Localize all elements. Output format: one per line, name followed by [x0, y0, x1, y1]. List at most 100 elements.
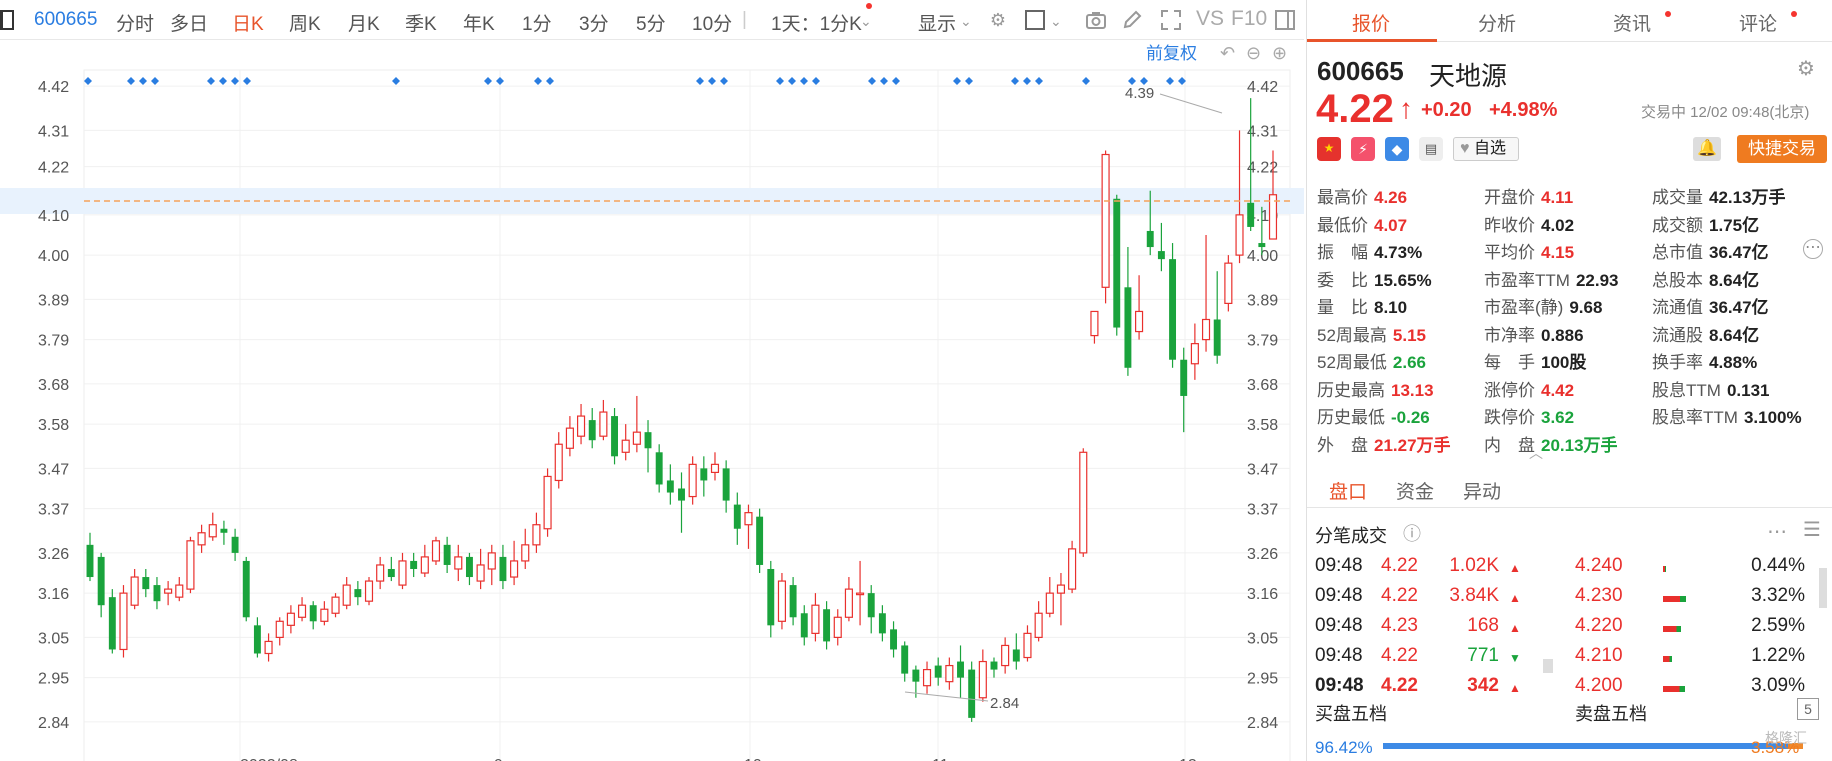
candle[interactable]	[364, 577, 374, 606]
event-diamond-icon[interactable]	[484, 77, 492, 85]
candle[interactable]	[1045, 577, 1054, 618]
candle[interactable]	[1180, 347, 1188, 433]
event-diamond-icon[interactable]	[868, 77, 876, 85]
candle[interactable]	[756, 508, 764, 574]
candle[interactable]	[968, 661, 976, 722]
candle[interactable]	[1224, 255, 1233, 312]
china-flag-icon[interactable]: ★	[1317, 137, 1341, 161]
settings-gear-icon[interactable]: ⚙	[1797, 56, 1815, 81]
event-diamond-icon[interactable]	[219, 77, 227, 85]
candle[interactable]	[978, 649, 987, 702]
candle[interactable]	[186, 536, 195, 594]
event-diamond-icon[interactable]	[1140, 77, 1148, 85]
candle[interactable]	[890, 621, 898, 658]
tab-3min[interactable]: 3分	[579, 9, 609, 36]
more-circle-icon[interactable]: ⋯	[1803, 239, 1823, 259]
candle[interactable]	[130, 568, 139, 610]
candle[interactable]	[1068, 540, 1077, 594]
candle[interactable]	[934, 657, 942, 686]
tab-weekly-k[interactable]: 周K	[289, 9, 321, 36]
candle[interactable]	[331, 593, 340, 618]
tab-daily-k[interactable]: 日K	[232, 9, 264, 36]
candle[interactable]	[286, 605, 295, 634]
kline-chart[interactable]: 4.42 4.424.31 4.314.22 4.224.10 4.104.00 4.00…	[0, 40, 1304, 761]
event-diamond-icon[interactable]	[1128, 77, 1136, 85]
candle[interactable]	[521, 528, 530, 569]
f10-button[interactable]: F10	[1231, 7, 1267, 31]
list-icon[interactable]: ☰	[1803, 517, 1821, 542]
tab-1min[interactable]: 1分	[522, 9, 552, 36]
candle[interactable]	[588, 408, 596, 449]
trades-scrollbar[interactable]	[1543, 659, 1553, 673]
candle[interactable]	[800, 605, 808, 646]
add-watchlist-button[interactable]: ♥ 自选	[1453, 137, 1519, 161]
candle[interactable]	[197, 524, 206, 553]
candle[interactable]	[644, 420, 652, 473]
candle[interactable]	[700, 456, 708, 497]
candle[interactable]	[811, 593, 820, 642]
event-diamond-icon[interactable]	[534, 77, 542, 85]
candle[interactable]	[565, 416, 574, 457]
tab-yearly-k[interactable]: 年K	[463, 9, 495, 36]
event-markers[interactable]	[84, 77, 1186, 85]
candle[interactable]	[922, 661, 932, 694]
candle[interactable]	[554, 432, 563, 489]
stock-code-label[interactable]: 600665	[34, 9, 97, 31]
candle[interactable]	[856, 560, 865, 626]
event-diamond-icon[interactable]	[776, 77, 784, 85]
candle[interactable]	[1034, 601, 1043, 642]
candle[interactable]	[576, 404, 586, 445]
candle[interactable]	[476, 548, 485, 590]
info-icon[interactable]: ⓘ	[1403, 520, 1421, 546]
vs-compare-button[interactable]: VS	[1196, 7, 1224, 31]
trade-row[interactable]: 09:48 4.22 3.84K ▲ 4.230 3.32%	[1307, 583, 1832, 613]
event-diamond-icon[interactable]	[207, 77, 215, 85]
candle[interactable]	[220, 520, 228, 545]
event-diamond-icon[interactable]	[231, 77, 239, 85]
candle[interactable]	[275, 617, 284, 646]
fuquan-select[interactable]: 前复权	[1146, 44, 1197, 63]
candle[interactable]	[945, 657, 954, 690]
panel-toggle-icon[interactable]	[1274, 9, 1296, 31]
tab-news[interactable]: 资讯	[1613, 9, 1651, 36]
candle[interactable]	[957, 645, 964, 698]
trade-row[interactable]: 09:48 4.22 1.02K ▲ 4.240 0.44%	[1307, 553, 1832, 583]
candle[interactable]	[164, 581, 173, 606]
undo-icon[interactable]: ↶	[1220, 43, 1235, 63]
candle[interactable]	[1201, 234, 1211, 352]
candle[interactable]	[823, 601, 831, 650]
candle[interactable]	[175, 577, 184, 602]
candle[interactable]	[543, 468, 552, 537]
event-diamond-icon[interactable]	[1011, 77, 1019, 85]
event-diamond-icon[interactable]	[139, 77, 147, 85]
candle[interactable]	[342, 577, 351, 610]
candle[interactable]	[744, 504, 753, 549]
candle[interactable]	[499, 544, 507, 590]
candle[interactable]	[1157, 222, 1165, 272]
candle[interactable]	[678, 472, 685, 533]
fast-trade-button[interactable]: 快捷交易	[1737, 135, 1827, 163]
tab-comments[interactable]: 评论	[1739, 9, 1777, 36]
candle[interactable]	[1023, 625, 1032, 662]
candle[interactable]	[1113, 194, 1121, 336]
candle[interactable]	[231, 528, 239, 561]
candle[interactable]	[789, 577, 797, 626]
event-diamond-icon[interactable]	[696, 77, 704, 85]
event-diamond-icon[interactable]	[720, 77, 728, 85]
event-diamond-icon[interactable]	[812, 77, 820, 85]
settings-gear-icon[interactable]: ⚙	[987, 9, 1009, 31]
candle[interactable]	[297, 597, 307, 622]
note-icon[interactable]: ▤	[1419, 137, 1443, 161]
candle[interactable]	[86, 532, 94, 582]
event-diamond-icon[interactable]	[708, 77, 716, 85]
candle[interactable]	[410, 552, 418, 578]
candle[interactable]	[398, 552, 407, 590]
tab-analysis[interactable]: 分析	[1478, 9, 1516, 36]
zoom-in-icon[interactable]: ⊕	[1272, 43, 1287, 63]
trade-row[interactable]: 09:48 4.22 771 ▼ 4.210 1.22%	[1307, 643, 1832, 673]
candle[interactable]	[487, 544, 496, 586]
tab-order-book[interactable]: 盘口	[1329, 477, 1367, 504]
candle[interactable]	[1101, 150, 1110, 304]
candle[interactable]	[376, 556, 385, 590]
levels-scrollbar[interactable]	[1819, 568, 1827, 608]
